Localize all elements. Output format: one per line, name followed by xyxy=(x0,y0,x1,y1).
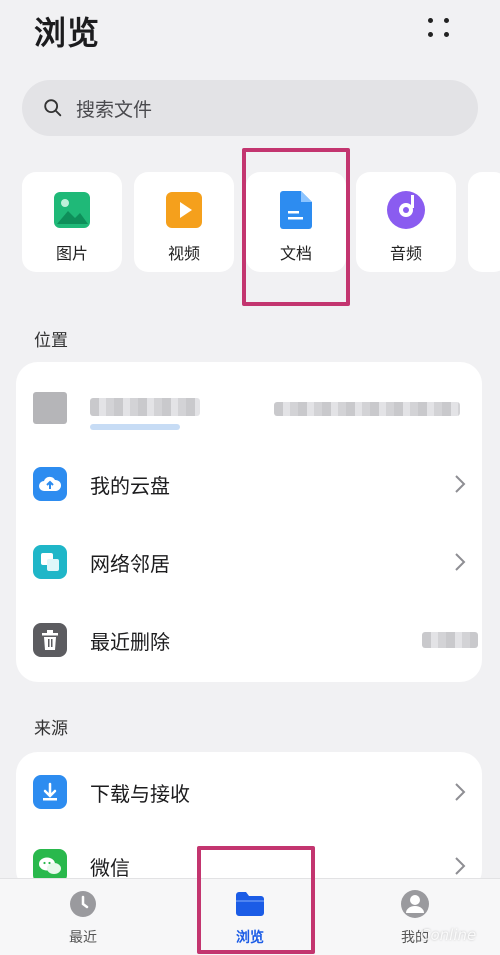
video-icon xyxy=(164,190,204,230)
category-label: 图片 xyxy=(55,244,88,263)
image-icon xyxy=(52,190,92,230)
category-label: 音频 xyxy=(389,244,422,263)
category-images[interactable]: 图片 xyxy=(22,172,122,272)
highlight-box xyxy=(242,148,350,306)
search-icon xyxy=(44,99,62,117)
list-item-downloads[interactable]: 下载与接收 xyxy=(16,754,482,830)
section-title-locations: 位置 xyxy=(34,331,68,351)
storage-bar xyxy=(90,424,180,430)
category-more[interactable] xyxy=(468,172,500,272)
list-item-device[interactable] xyxy=(16,368,482,444)
locations-card: 我的云盘 网络邻居 最近删除 xyxy=(16,362,482,682)
tab-recent[interactable]: 最近 xyxy=(38,889,128,947)
list-item-network[interactable]: 网络邻居 xyxy=(16,524,482,600)
cloud-icon xyxy=(33,467,67,501)
list-item-label: 最近删除 xyxy=(90,629,170,654)
chevron-right-icon xyxy=(455,783,466,801)
search-placeholder: 搜索文件 xyxy=(76,98,153,121)
redacted-count xyxy=(422,632,478,648)
list-item-label: 网络邻居 xyxy=(90,551,170,576)
list-item-recently-deleted[interactable]: 最近删除 xyxy=(16,602,482,678)
list-item-label: 微信 xyxy=(90,855,130,880)
clock-icon xyxy=(68,889,98,919)
highlight-box xyxy=(197,846,315,954)
chevron-right-icon xyxy=(455,475,466,493)
tab-label: 最近 xyxy=(69,930,97,946)
chevron-right-icon xyxy=(455,553,466,571)
category-label: 视频 xyxy=(167,244,200,263)
redacted-name xyxy=(90,398,200,416)
download-icon xyxy=(33,775,67,809)
watermark-text: Conline xyxy=(420,926,477,944)
list-item-label: 下载与接收 xyxy=(90,781,190,806)
category-audio[interactable]: 音频 xyxy=(356,172,456,272)
section-title-sources: 来源 xyxy=(34,719,68,739)
more-options-icon[interactable] xyxy=(428,18,452,38)
chevron-right-icon xyxy=(455,857,466,875)
network-icon xyxy=(33,545,67,579)
list-item-cloud[interactable]: 我的云盘 xyxy=(16,446,482,522)
audio-icon xyxy=(386,190,426,230)
trash-icon xyxy=(33,623,67,657)
device-icon xyxy=(33,392,67,424)
page-title: 浏览 xyxy=(34,14,101,52)
redacted-info xyxy=(274,402,460,416)
category-videos[interactable]: 视频 xyxy=(134,172,234,272)
search-input[interactable]: 搜索文件 xyxy=(22,80,478,136)
list-item-label: 我的云盘 xyxy=(90,473,170,498)
profile-icon xyxy=(400,889,430,919)
